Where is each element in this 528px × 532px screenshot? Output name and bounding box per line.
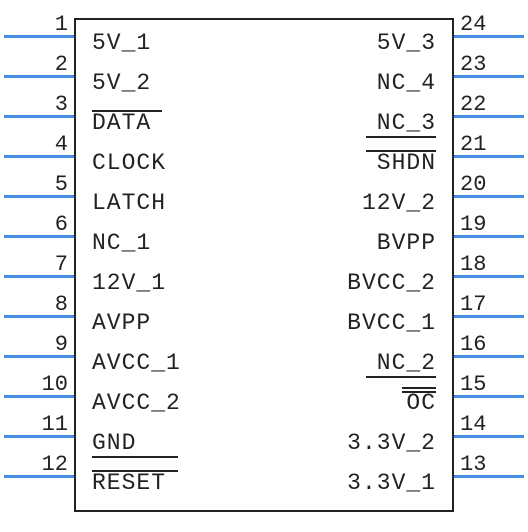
pin-row-15: 15 OC [0,374,528,414]
pin-row-17: 17 BVCC_1 [0,294,528,334]
pin-row-19: 19 BVPP [0,214,528,254]
pin-row-20: 20 12V_2 [0,174,528,214]
pin-number: 20 [460,172,522,197]
pin-label-oc: OC [406,390,436,416]
pin-row-24: 24 5V_3 [0,14,528,54]
pin-number: 23 [460,52,522,77]
pin-row-18: 18 BVCC_2 [0,254,528,294]
pin-number: 13 [460,452,522,477]
pin-label-shdn: SHDN [377,150,436,176]
pin-label-nc-4: NC_4 [377,70,436,96]
pin-label-bvpp: BVPP [377,230,436,256]
pin-label-3v3-2: 3.3V_2 [347,430,436,456]
pin-number: 21 [460,132,522,157]
pin-number: 14 [460,412,522,437]
pin-label-bvcc-2: BVCC_2 [347,270,436,296]
pin-number: 22 [460,92,522,117]
pin-row-23: 23 NC_4 [0,54,528,94]
pin-row-21: 21 SHDN [0,134,528,174]
pin-row-13: 13 3.3V_1 [0,454,528,494]
pin-row-16: 16 NC_2 [0,334,528,374]
pin-number: 17 [460,292,522,317]
overline-shdn [366,150,436,152]
pin-label-nc-2: NC_2 [377,350,436,376]
pin-number: 24 [460,12,522,37]
pin-label-12v-2: 12V_2 [362,190,436,216]
pin-number: 15 [460,372,522,397]
overline-oc-1 [402,387,436,389]
pin-number: 16 [460,332,522,357]
pin-number: 18 [460,252,522,277]
pin-row-14: 14 3.3V_2 [0,414,528,454]
overline-oc-2 [402,391,436,393]
pin-label-5v-3: 5V_3 [377,30,436,56]
pin-label-3v3-1: 3.3V_1 [347,470,436,496]
pin-label-nc-3: NC_3 [377,110,436,136]
pin-row-22: 22 NC_3 [0,94,528,134]
pin-label-bvcc-1: BVCC_1 [347,310,436,336]
pin-number: 19 [460,212,522,237]
